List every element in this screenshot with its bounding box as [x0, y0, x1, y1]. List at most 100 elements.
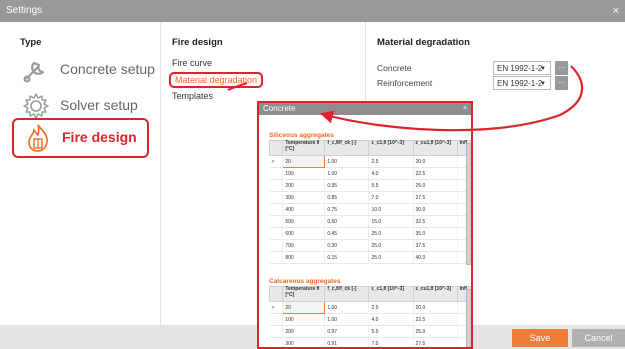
- select-value: EN 1992-1-2: [497, 64, 543, 73]
- save-button[interactable]: Save: [512, 329, 568, 347]
- calcareous-table: Temperature θ [°C] f_c,θ/f_ck [-] ε_c1,θ…: [268, 286, 471, 347]
- table-cell[interactable]: 500: [282, 215, 326, 228]
- table-cell[interactable]: 25.0: [413, 325, 458, 338]
- table-cell[interactable]: 32.5: [413, 215, 458, 228]
- type-item-label: Concrete setup: [60, 61, 155, 77]
- table-cell[interactable]: 0.15: [324, 251, 370, 264]
- menu-item-material-degradation[interactable]: Material degradation: [169, 72, 264, 88]
- row-marker: [269, 251, 284, 264]
- table-row[interactable]: 300 0.85 7.0 27.5: [269, 191, 471, 204]
- table-cell[interactable]: 0.45: [324, 227, 370, 240]
- table-cell[interactable]: 25.0: [368, 239, 414, 252]
- table-cell[interactable]: 27.5: [413, 337, 458, 347]
- close-icon[interactable]: ×: [463, 103, 467, 115]
- column-header: ε_c1,θ [10^-3]: [368, 286, 414, 302]
- table-cell[interactable]: 5.5: [368, 325, 414, 338]
- table-row[interactable]: 700 0.30 25.0 37.5: [269, 239, 471, 252]
- table-cell[interactable]: 1.00: [324, 155, 370, 168]
- menu-item-templates[interactable]: Templates: [172, 91, 213, 101]
- table-cell[interactable]: 0.97: [324, 325, 370, 338]
- table-row[interactable]: 800 0.15 25.0 40.0: [269, 251, 471, 264]
- type-column: Type Concrete setup Solver setup Fire de…: [0, 22, 161, 325]
- dialog-title: Concrete: [263, 104, 296, 113]
- table-cell[interactable]: 25.0: [413, 179, 458, 192]
- table-cell[interactable]: 37.5: [413, 239, 458, 252]
- type-item-concrete-setup[interactable]: Concrete setup: [20, 54, 155, 86]
- chevron-down-icon: ▼: [540, 81, 546, 87]
- table-row[interactable]: 100 1.00 4.0 22.5: [269, 313, 471, 326]
- table-cell[interactable]: 4.0: [368, 313, 414, 326]
- siliceous-table: Temperature θ [°C] f_c,θ/f_ck [-] ε_c1,θ…: [268, 140, 471, 264]
- table-cell[interactable]: 7.0: [368, 337, 414, 347]
- table-cell[interactable]: 22.5: [413, 313, 458, 326]
- table-cell[interactable]: 35.0: [413, 227, 458, 240]
- type-item-fire-design[interactable]: Fire design: [12, 118, 149, 158]
- table-row[interactable]: 200 0.95 5.5 25.0: [269, 179, 471, 192]
- material-degradation-header: Material degradation: [377, 37, 470, 48]
- table-cell[interactable]: 0.95: [324, 179, 370, 192]
- table-row[interactable]: 100 1.00 4.0 22.5: [269, 167, 471, 180]
- row-marker: [269, 203, 284, 216]
- table-cell[interactable]: 1.00: [324, 301, 370, 314]
- table-cell[interactable]: 2.5: [368, 301, 414, 314]
- row-marker: >: [269, 155, 284, 168]
- table-cell[interactable]: 22.5: [413, 167, 458, 180]
- table-cell[interactable]: 4.0: [368, 167, 414, 180]
- table-row[interactable]: 400 0.75 10.0 30.0: [269, 203, 471, 216]
- table-cell[interactable]: 25.0: [368, 251, 414, 264]
- table-cell[interactable]: 600: [282, 227, 326, 240]
- table-cell[interactable]: 0.60: [324, 215, 370, 228]
- table-cell[interactable]: 27.5: [413, 191, 458, 204]
- concrete-code-select[interactable]: EN 1992-1-2 ▼: [493, 61, 551, 75]
- table-cell[interactable]: 1.00: [324, 167, 370, 180]
- table-cell[interactable]: 300: [282, 191, 326, 204]
- table-cell[interactable]: 20: [282, 155, 326, 168]
- table-cell[interactable]: 10.0: [368, 203, 414, 216]
- table-cell[interactable]: 20: [282, 301, 326, 314]
- column-header: f_c,θ/f_ck [-]: [324, 286, 370, 302]
- type-item-label: Fire design: [62, 129, 137, 145]
- table-cell[interactable]: 30.0: [413, 203, 458, 216]
- cancel-button[interactable]: Cancel: [572, 329, 625, 347]
- table-cell[interactable]: 5.5: [368, 179, 414, 192]
- table-row[interactable]: 200 0.97 5.5 25.0: [269, 325, 471, 338]
- column-header: Temperature θ [°C]: [282, 140, 326, 156]
- reinforcement-edit-button[interactable]: ...: [555, 76, 568, 90]
- table-cell[interactable]: 200: [282, 179, 326, 192]
- table-cell[interactable]: 100: [282, 167, 326, 180]
- fire-icon: [22, 122, 54, 154]
- table-cell[interactable]: 400: [282, 203, 326, 216]
- table-cell[interactable]: 800: [282, 251, 326, 264]
- concrete-edit-button[interactable]: ...: [555, 61, 568, 75]
- table-cell[interactable]: 0.30: [324, 239, 370, 252]
- select-value: EN 1992-1-2: [497, 79, 543, 88]
- table-cell[interactable]: 300: [282, 337, 326, 347]
- table-row[interactable]: 300 0.91 7.0 27.5: [269, 337, 471, 347]
- table-cell[interactable]: 2.5: [368, 155, 414, 168]
- close-icon[interactable]: ×: [613, 0, 619, 22]
- table-cell[interactable]: 25.0: [368, 227, 414, 240]
- table-row[interactable]: >20 1.00 2.5 20.0: [269, 155, 471, 168]
- row-marker: [269, 215, 284, 228]
- table-cell[interactable]: 0.85: [324, 191, 370, 204]
- reinforcement-code-select[interactable]: EN 1992-1-2 ▼: [493, 76, 551, 90]
- table-row[interactable]: >20 1.00 2.5 20.0: [269, 301, 471, 314]
- menu-item-fire-curve[interactable]: Fire curve: [172, 58, 212, 68]
- table-row[interactable]: 500 0.60 15.0 32.5: [269, 215, 471, 228]
- table-cell[interactable]: 100: [282, 313, 326, 326]
- siliceous-scrollbar[interactable]: [466, 143, 471, 265]
- table-cell[interactable]: 20.0: [413, 301, 458, 314]
- table-cell[interactable]: 1.00: [324, 313, 370, 326]
- type-item-label: Solver setup: [60, 97, 138, 113]
- table-cell[interactable]: 200: [282, 325, 326, 338]
- table-cell[interactable]: 40.0: [413, 251, 458, 264]
- table-cell[interactable]: 700: [282, 239, 326, 252]
- table-row[interactable]: 600 0.45 25.0 35.0: [269, 227, 471, 240]
- calcareous-scrollbar[interactable]: [466, 289, 471, 347]
- table-cell[interactable]: 7.0: [368, 191, 414, 204]
- table-cell[interactable]: 0.75: [324, 203, 370, 216]
- chevron-down-icon: ▼: [540, 66, 546, 72]
- table-cell[interactable]: 20.0: [413, 155, 458, 168]
- table-cell[interactable]: 0.91: [324, 337, 370, 347]
- table-cell[interactable]: 15.0: [368, 215, 414, 228]
